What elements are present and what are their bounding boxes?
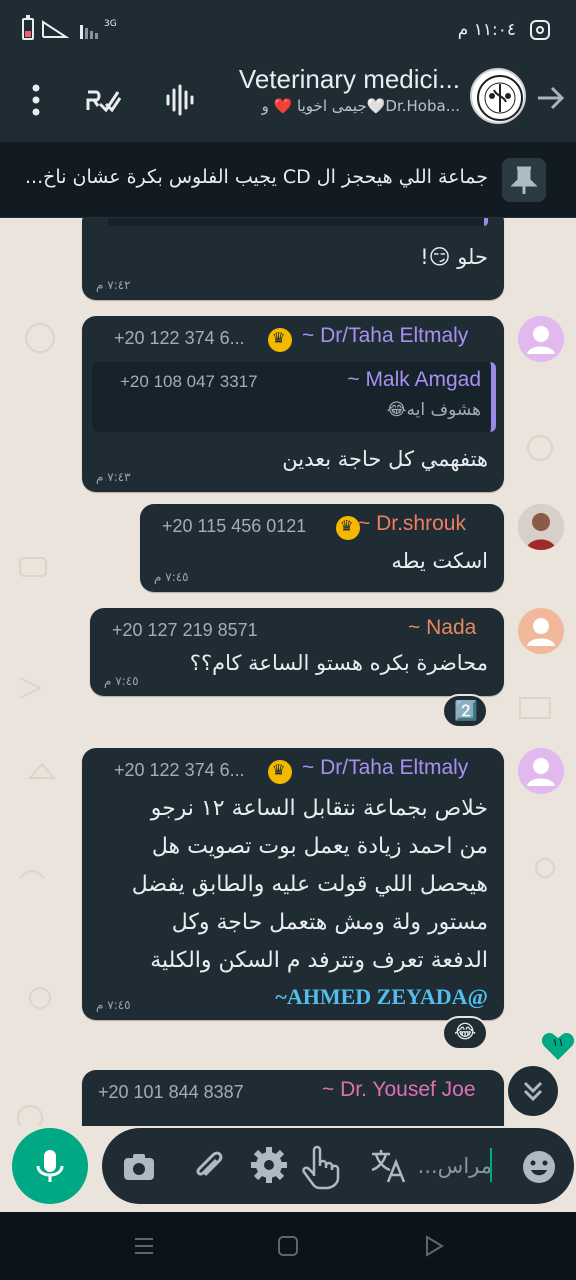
sender-phone: +20 127 219 8571 <box>112 620 258 640</box>
group-avatar[interactable] <box>470 68 526 124</box>
sender-phone: +20 122 374 6... <box>114 328 245 348</box>
pinned-text: جماعة اللي هيحجز ال CD يجيب الفلوس بكرة … <box>25 166 488 188</box>
message-time: ٧:٤٣ م <box>96 470 131 484</box>
home-icon[interactable] <box>276 1234 300 1258</box>
message-bubble[interactable]: +20 101 844 8387 ~ Dr. Yousef Joe <box>82 1070 504 1126</box>
sender-phone: +20 122 374 6... <box>114 760 245 780</box>
message-text: هتفهمي كل حاجة بعدين <box>282 447 488 471</box>
reaction-emoji: 😂 <box>454 1021 477 1043</box>
message-text: اسكت يطه <box>391 549 488 573</box>
pin-icon <box>502 158 546 202</box>
message-time: ٧:٤٥ م <box>96 998 131 1012</box>
avatar[interactable] <box>518 748 564 794</box>
message-bubble[interactable]: +20 115 456 0121 ~ Dr.shrouk اسكت يطه ٧:… <box>140 504 504 592</box>
chat-title-block[interactable]: Veterinary medici... جيمى اخويا ❤️ و🤍Dr.… <box>200 64 460 115</box>
message-text: حلو 😏! <box>420 245 488 269</box>
translate-icon[interactable] <box>368 1146 408 1186</box>
message-time: ٧:٤٥ م <box>154 570 189 584</box>
avatar[interactable] <box>518 316 564 362</box>
menu-icon[interactable] <box>132 1234 156 1258</box>
sender-phone: +20 101 844 8387 <box>98 1082 244 1102</box>
camera-icon[interactable] <box>120 1148 158 1186</box>
chat-subtitle: جيمى اخويا ❤️ و🤍Dr.Hoba... <box>261 97 460 115</box>
reaction-badge[interactable]: 😂 <box>442 1016 488 1050</box>
status-time: ١١:٠٤ م <box>457 20 516 40</box>
message-bubble[interactable]: +20 127 219 8571 ~ Nada محاضرة بكره هستو… <box>90 608 504 696</box>
mic-icon <box>36 1150 64 1182</box>
chat-area[interactable]: حلو 😏! ٧:٤٢ م +20 122 374 6... ~ Dr/Taha… <box>0 218 576 1126</box>
double-chevron-down-icon <box>523 1081 543 1102</box>
admin-crown-icon <box>268 760 292 784</box>
instagram-icon <box>530 20 550 40</box>
scroll-down-button[interactable] <box>508 1066 558 1116</box>
reaction-emoji: 2️⃣ <box>454 700 478 722</box>
avatar[interactable] <box>518 504 564 550</box>
mic-button[interactable] <box>12 1128 88 1204</box>
quoted-message[interactable]: +20 108 047 3317 ~ Malk Amgad هشوف ايه😂 <box>92 362 496 432</box>
message-time: ٧:٤٥ م <box>104 674 139 688</box>
message-line: من احمد زيادة يعمل بوت تصويت هل <box>151 834 488 859</box>
message-bubble[interactable]: +20 122 374 6... ~ Dr/Taha Eltmaly +20 1… <box>82 316 504 492</box>
message-input[interactable]: مراس... <box>418 1154 492 1178</box>
message-line: خلاص بجماعة نتقابل الساعة ١٢ نرجو <box>150 796 488 821</box>
pinned-message-bar[interactable]: جماعة اللي هيحجز ال CD يجيب الفلوس بكرة … <box>0 142 576 218</box>
message-time: ٧:٤٢ م <box>96 278 131 292</box>
mention-link[interactable]: ~AHMED ZEYADA@ <box>275 978 488 1016</box>
message-line: الدفعة تعرف وتترفد م السكن والكلية <box>150 948 488 973</box>
compose-bar: مراس... <box>0 1126 576 1212</box>
sender-phone: +20 115 456 0121 <box>162 516 307 536</box>
battery-icon <box>22 15 34 40</box>
sender-name: ~ Nada <box>408 616 477 639</box>
back-arrow-icon[interactable] <box>532 80 568 116</box>
message-bubble[interactable]: +20 122 374 6... ~ Dr/Taha Eltmaly خلاص … <box>82 748 504 1020</box>
chat-header: Veterinary medici... جيمى اخويا ❤️ و🤍Dr.… <box>0 62 576 142</box>
touch-icon[interactable] <box>298 1140 344 1190</box>
quote-text: هشوف ايه😂 <box>386 400 481 420</box>
admin-crown-icon <box>336 516 360 540</box>
sender-name: ~ Dr/Taha Eltmaly <box>302 756 469 779</box>
attach-icon[interactable] <box>188 1146 228 1186</box>
avatar[interactable] <box>518 608 564 654</box>
reaction-badge[interactable]: 2️⃣ <box>442 694 488 728</box>
check-icon[interactable] <box>82 80 122 120</box>
voice-wave-icon[interactable] <box>160 80 200 120</box>
text-caret <box>490 1148 492 1182</box>
quote-phone: +20 108 047 3317 <box>120 372 258 391</box>
emoji-icon[interactable] <box>520 1148 558 1186</box>
status-bar: 3G ١١:٠٤ م <box>0 0 576 62</box>
sender-name: ~ Dr/Taha Eltmaly <box>302 324 469 347</box>
message-bubble[interactable]: حلو 😏! ٧:٤٢ م <box>82 218 504 300</box>
admin-crown-icon <box>268 328 292 352</box>
message-line: هيحصل اللي قولت عليه والطابق يفضل <box>131 872 488 897</box>
unread-count-badge[interactable]: ١١ <box>540 1030 576 1062</box>
network-type: 3G <box>104 19 117 29</box>
quote-sender: ~ Malk Amgad <box>347 368 481 391</box>
message-text: محاضرة بكره هستو الساعة كام؟؟ <box>189 651 488 675</box>
quote-preview <box>108 218 488 226</box>
sender-name: ~ Dr.shrouk <box>358 512 466 535</box>
message-input-box[interactable]: مراس... <box>102 1128 574 1204</box>
settings-icon[interactable] <box>248 1144 290 1186</box>
message-line: مستور ولة ومش هتعمل حاجة وكل <box>171 910 488 935</box>
chat-title: Veterinary medici... <box>238 64 460 94</box>
more-vert-icon[interactable] <box>16 80 56 120</box>
sender-name: ~ Dr. Yousef Joe <box>322 1078 476 1101</box>
signal-icon <box>42 20 70 38</box>
back-icon[interactable] <box>422 1234 446 1258</box>
system-nav-bar <box>0 1212 576 1280</box>
unread-count: ١١ <box>552 1036 564 1049</box>
